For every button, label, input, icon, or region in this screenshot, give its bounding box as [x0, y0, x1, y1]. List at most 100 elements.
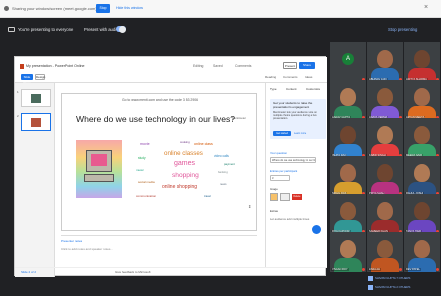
present-audio-label: Present with audio	[84, 27, 119, 32]
notes-label: Presenter notes	[61, 239, 83, 243]
slideshow-button[interactable]: Slide Show	[21, 74, 33, 85]
hide-bar-link[interactable]: Hide this window	[116, 6, 143, 10]
notes-area[interactable]: Presenter notes Click to add notes and s…	[61, 235, 257, 255]
participant-video	[340, 240, 356, 258]
stop-presenting-button[interactable]: Stop presenting	[388, 27, 417, 32]
audio-toggle[interactable]	[116, 25, 126, 33]
participant-tile[interactable]: ANAYA VERMA	[367, 80, 403, 120]
participant-video	[414, 164, 430, 182]
participant-video	[377, 202, 393, 220]
slide-caption: Go to www.menti.com and use the code 3 5…	[122, 98, 198, 102]
header-comments[interactable]: Comments	[235, 64, 251, 68]
participant-tile[interactable]: AARAV GUPTA	[330, 80, 366, 120]
word-cloud-word: communication	[136, 194, 157, 198]
design-button[interactable]: Design	[35, 74, 45, 80]
participant-tile[interactable]: PRIYA SHAH	[367, 156, 403, 196]
participant-tile[interactable]: ABHINAV JAIN	[367, 42, 403, 82]
ppt-header: My presentation - PowerPoint Online Slid…	[15, 57, 327, 85]
help-icon[interactable]	[312, 225, 321, 234]
participant-tile[interactable]: ARYAN MEHTA	[404, 80, 440, 120]
present-screen-icon	[8, 27, 15, 32]
sub-reading[interactable]: Reading	[265, 75, 276, 79]
participant-video	[340, 202, 356, 220]
word-cloud-word: news	[220, 182, 227, 186]
participant-tile[interactable]: MEERA NAIR	[404, 118, 440, 158]
sub-ideas[interactable]: Ideas	[305, 75, 312, 79]
participant-video	[377, 126, 393, 144]
participant-tile[interactable]: ADITYA SHARMA	[404, 42, 440, 82]
promo-text: Mentimeter lets your audience vote on mu…	[273, 111, 317, 121]
participant-tile[interactable]: ISHITA RAO	[330, 118, 366, 158]
stop-sharing-button[interactable]: Stop	[96, 4, 110, 13]
present-button[interactable]: Present	[283, 62, 297, 69]
participant-video	[340, 126, 356, 144]
participant-tile[interactable]: NIKHIL DAS	[330, 156, 366, 196]
presenting-text: You're presenting to everyone	[18, 27, 74, 32]
slide-nav-arrows-icon[interactable]: ⇕	[248, 204, 251, 209]
mentimeter-label: Mentimeter	[232, 116, 246, 120]
tab-content[interactable]: Content	[286, 87, 297, 91]
screen-share-bar: Sharing your window/screen (meet.google.…	[0, 0, 441, 18]
share-button[interactable]: Share	[299, 62, 315, 69]
question-input[interactable]: Where do we use technology in our lives?	[270, 157, 316, 163]
current-slide[interactable]: Go to www.menti.com and use the code 3 5…	[61, 93, 257, 231]
participant-video	[377, 164, 393, 182]
share-message: Sharing your window/screen (meet.google.…	[12, 6, 97, 11]
participant-tile[interactable]: TANYA IYER	[404, 194, 440, 234]
participant-tile[interactable]: RAHUL JOSHI	[404, 156, 440, 196]
header-status-editing[interactable]: Editing	[193, 64, 203, 68]
word-cloud-word: games	[174, 160, 196, 167]
feedback-link[interactable]: Give feedback to Microsoft	[115, 270, 151, 274]
thumbnail-image	[31, 94, 41, 103]
tab-type[interactable]: Type	[270, 87, 277, 91]
participant-video	[377, 88, 393, 106]
slide-thumbnail-1[interactable]: 1	[17, 89, 51, 107]
tab-customize[interactable]: Customize	[306, 87, 320, 91]
share-indicator-icon	[4, 6, 9, 11]
entries-input[interactable]: 3	[270, 175, 290, 181]
slide-thumbnail-2[interactable]: 2	[17, 113, 51, 131]
more-participants: SHIVAM GUPTA 7 OTHERS SHIVAM GUPTA 2 OTH…	[328, 270, 441, 296]
word-cloud-word: cooking	[180, 140, 190, 144]
people-icon	[368, 276, 373, 281]
promo-secondary-link[interactable]: Learn more	[294, 131, 306, 136]
close-icon[interactable]: ×	[424, 4, 428, 12]
participant-tile[interactable]: RIYA KAPOOR	[330, 194, 366, 234]
participant-video	[377, 50, 393, 68]
image-slot[interactable]	[280, 193, 290, 201]
word-cloud-word: online shopping	[162, 184, 198, 190]
entries-label: Entries per participant	[270, 169, 298, 173]
participant-video	[377, 240, 393, 258]
participant-tile[interactable]: ZARA ALI	[367, 232, 403, 272]
word-cloud-word: shopping	[172, 172, 199, 179]
notes-placeholder: Click to add notes and speaker notes...	[61, 247, 113, 251]
word-cloud-word: online class	[194, 142, 213, 146]
promo-heading: Get your students to raise the presentat…	[273, 101, 313, 109]
participant-tile[interactable]: KABIR SINGH	[367, 118, 403, 158]
sub-comments[interactable]: Comments	[283, 75, 298, 79]
participant-tile[interactable]: VIVAAN ROY	[330, 232, 366, 272]
more-participants-item[interactable]: SHIVAM GUPTA 2 OTHERS	[368, 285, 428, 293]
promo-primary-button[interactable]: Get started	[273, 131, 291, 136]
shared-screen: My presentation - PowerPoint Online Slid…	[14, 56, 327, 277]
status-bar: Slide 2 of 2 Give feedback to Microsoft	[15, 267, 327, 277]
image-thumbnail[interactable]	[270, 193, 278, 201]
slide-count: Slide 2 of 2	[21, 270, 37, 274]
word-cloud: online classes games shopping online shoppi…	[134, 136, 246, 208]
promo-card: Get your students to raise the presentat…	[270, 99, 326, 139]
word-cloud-word: travel	[204, 194, 211, 198]
header-status-saved: Saved	[213, 64, 223, 68]
participant-tile[interactable]: A	[330, 42, 366, 82]
people-icon	[368, 285, 373, 290]
extras-option[interactable]: Let audience add multiple times	[270, 217, 309, 221]
image-label: Image	[270, 187, 278, 191]
participant-video	[414, 126, 430, 144]
more-participants-item[interactable]: SHIVAM GUPTA 7 OTHERS	[368, 276, 428, 284]
participant-tile[interactable]: SAMEER KHAN	[367, 194, 403, 234]
slide-thumbnails: 1 2	[15, 83, 55, 277]
word-cloud-word: banking	[218, 170, 228, 174]
retro-computer-illustration	[76, 140, 122, 198]
powerpoint-icon	[20, 64, 24, 69]
delete-image-button[interactable]: Delete	[292, 194, 302, 200]
participant-tile[interactable]: DEV PATEL	[404, 232, 440, 272]
